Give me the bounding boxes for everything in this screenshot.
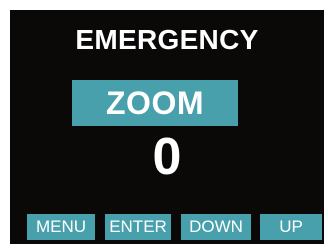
zoom-value: 0 [152, 128, 182, 186]
down-button[interactable]: DOWN [181, 214, 251, 240]
mode-label: ZOOM [72, 80, 238, 126]
enter-button[interactable]: ENTER [105, 214, 171, 240]
device-screen: EMERGENCY ZOOM 0 MENU ENTER DOWN UP [10, 10, 324, 244]
menu-button[interactable]: MENU [27, 214, 95, 240]
screen-title: EMERGENCY [75, 24, 259, 55]
up-button[interactable]: UP [260, 214, 322, 240]
